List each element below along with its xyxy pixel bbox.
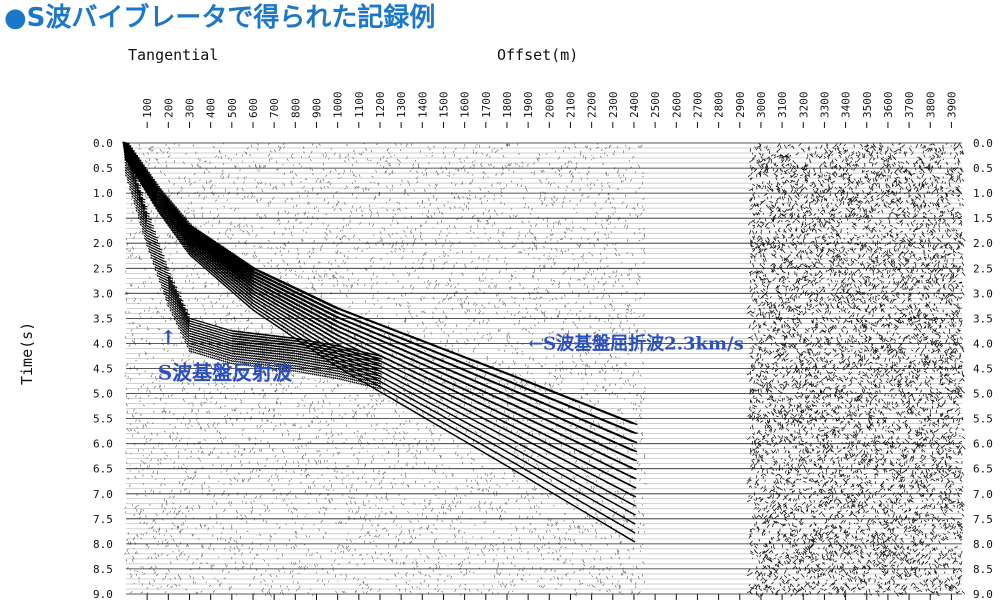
x-tick-label: 100	[141, 98, 154, 118]
y-tick-label-right: 2.5	[973, 262, 993, 275]
x-tick-label: 2900	[734, 92, 747, 119]
x-tick-label: 2400	[628, 92, 641, 119]
y-tick-label-right: 4.0	[973, 337, 993, 350]
x-tick-label: 3500	[861, 92, 874, 119]
y-tick-label-left: 7.0	[93, 488, 113, 501]
y-tick-label-left: 7.5	[93, 513, 113, 526]
x-tick-label: 3600	[882, 92, 895, 119]
y-tick-label-right: 4.5	[973, 363, 993, 376]
y-tick-label-right: 0.5	[973, 162, 993, 175]
refraction-annotation: ←S波基盤屈折波2.3km/s	[528, 332, 744, 354]
x-tick-label: 1400	[416, 92, 429, 119]
reflection-event	[123, 141, 383, 390]
y-tick-label-right: 6.5	[973, 463, 993, 476]
y-tick-label-right: 2.0	[973, 237, 993, 250]
x-tick-label: 1100	[353, 92, 366, 119]
x-tick-label: 600	[247, 98, 260, 118]
y-tick-label-left: 0.0	[93, 137, 113, 150]
y-tick-label-left: 5.0	[93, 388, 113, 401]
x-tick-label: 1600	[459, 92, 472, 119]
x-tick-label: 300	[184, 98, 197, 118]
x-tick-label: 800	[289, 98, 302, 118]
y-tick-label-left: 8.0	[93, 538, 113, 551]
x-tick-label: 3200	[797, 92, 810, 119]
x-tick-label: 1200	[374, 92, 387, 119]
x-tick-label: 3300	[818, 92, 831, 119]
x-tick-label: 3000	[755, 92, 768, 119]
x-tick-label: 1700	[480, 92, 493, 119]
x-tick-label: 2500	[649, 92, 662, 119]
y-tick-label-left: 6.5	[93, 463, 113, 476]
y-tick-label-right: 8.0	[973, 538, 993, 551]
y-tick-label-right: 9.0	[973, 588, 993, 601]
y-tick-label-right: 3.0	[973, 287, 993, 300]
y-tick-label-right: 7.0	[973, 488, 993, 501]
y-tick-label-right: 5.0	[973, 388, 993, 401]
x-tick-label: 2700	[691, 92, 704, 119]
y-tick-label-right: 3.5	[973, 312, 993, 325]
y-tick-label-left: 6.0	[93, 438, 113, 451]
y-tick-label-left: 4.0	[93, 337, 113, 350]
x-tick-label: 2600	[670, 92, 683, 119]
x-tick-label: 900	[311, 98, 324, 118]
x-tick-label: 3400	[840, 92, 853, 119]
y-tick-label-left: 1.0	[93, 187, 113, 200]
y-tick-label-left: 2.0	[93, 237, 113, 250]
x-tick-label: 2200	[586, 92, 599, 119]
y-tick-label-right: 8.5	[973, 563, 993, 576]
x-tick-label: 1300	[395, 92, 408, 119]
x-tick-label: 2100	[565, 92, 578, 119]
x-tick-label: 1000	[332, 92, 345, 119]
far-offset-noise	[746, 142, 966, 598]
y-tick-label-left: 3.5	[93, 312, 113, 325]
y-tick-label-right: 1.5	[973, 212, 993, 225]
x-tick-label: 2800	[713, 92, 726, 119]
y-tick-label-right: 0.0	[973, 137, 993, 150]
y-tick-label-left: 0.5	[93, 162, 113, 175]
y-tick-label-right: 1.0	[973, 187, 993, 200]
x-tick-label: 1500	[438, 92, 451, 119]
y-tick-label-left: 1.5	[93, 212, 113, 225]
x-tick-label: 3900	[945, 92, 958, 119]
x-tick-label: 400	[205, 98, 218, 118]
y-tick-label-left: 4.5	[93, 363, 113, 376]
x-tick-label: 3100	[776, 92, 789, 119]
y-tick-label-left: 2.5	[93, 262, 113, 275]
reflection-arrow: ↑	[160, 325, 177, 349]
x-tick-label: 1800	[501, 92, 514, 119]
y-tick-label-right: 7.5	[973, 513, 993, 526]
x-tick-label: 2000	[543, 92, 556, 119]
x-tick-label: 200	[162, 98, 175, 118]
y-tick-label-left: 5.5	[93, 413, 113, 426]
x-tick-label: 1900	[522, 92, 535, 119]
y-tick-label-left: 8.5	[93, 563, 113, 576]
y-tick-label-right: 6.0	[973, 438, 993, 451]
seismic-record-chart: 100 200 300 400 500 600 700 800 900 1000 1100 1200 1…	[93, 92, 993, 602]
x-tick-label: 3800	[924, 92, 937, 119]
y-tick-label-right: 5.5	[973, 413, 993, 426]
y-tick-label-left: 9.0	[93, 588, 113, 601]
x-tick-label: 2300	[607, 92, 620, 119]
reflection-annotation: S波基盤反射波	[158, 361, 293, 385]
y-tick-label-left: 3.0	[93, 287, 113, 300]
x-tick-label: 3700	[903, 92, 916, 119]
x-tick-label: 700	[268, 98, 281, 118]
x-tick-label: 500	[226, 98, 239, 118]
